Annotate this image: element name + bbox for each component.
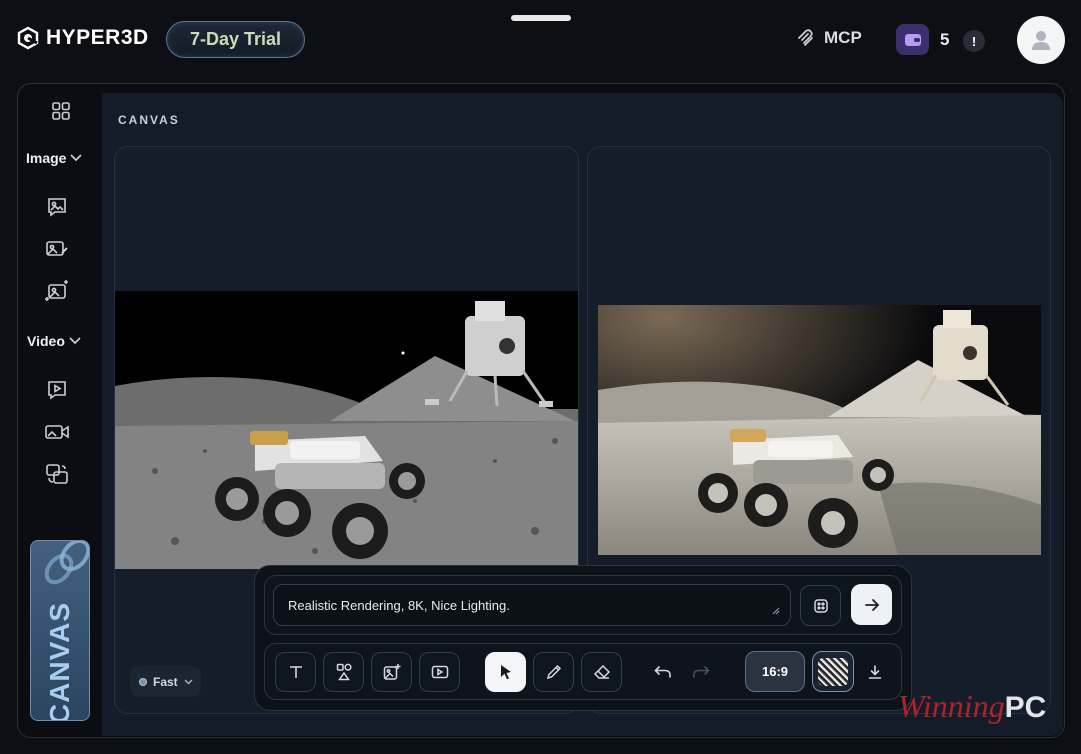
text-tool-button[interactable] xyxy=(275,652,316,692)
cursor-arrow-icon xyxy=(500,665,511,680)
eraser-icon xyxy=(593,664,610,679)
arrow-right-icon xyxy=(864,598,879,611)
speed-mode-select[interactable]: Fast xyxy=(130,666,201,697)
alert-icon[interactable]: ! xyxy=(963,30,985,52)
mcp-label: MCP xyxy=(824,28,862,47)
image-generate-icon[interactable] xyxy=(44,279,70,303)
mcp-button[interactable]: MCP xyxy=(796,28,862,48)
pencil-tool-button[interactable] xyxy=(533,652,574,692)
hyper3d-logo-icon xyxy=(17,26,39,50)
app-logo[interactable]: HYPER3D xyxy=(16,26,149,50)
style-thumbnail xyxy=(818,657,848,686)
random-prompt-button[interactable] xyxy=(800,585,841,626)
video-play-icon[interactable] xyxy=(44,378,70,402)
wallet-button[interactable] xyxy=(896,24,929,55)
style-reference-button[interactable] xyxy=(812,651,854,692)
undo-icon xyxy=(654,666,671,678)
section-title: CANVAS xyxy=(118,113,180,127)
redo-button[interactable] xyxy=(683,652,719,692)
pencil-icon xyxy=(546,664,561,680)
user-icon xyxy=(1032,31,1050,50)
add-image-icon xyxy=(383,664,400,680)
shapes-tool-button[interactable] xyxy=(323,652,364,692)
image-icon[interactable] xyxy=(44,195,70,219)
send-button[interactable] xyxy=(851,584,892,625)
prompt-input[interactable]: Realistic Rendering, 8K, Nice Lighting. xyxy=(273,584,791,626)
canvas-brand-label: CANVAS xyxy=(44,601,75,721)
select-tool-button[interactable] xyxy=(485,652,526,692)
speed-mode-label: Fast xyxy=(153,674,178,689)
chevron-down-icon xyxy=(70,154,83,162)
raw-render-image xyxy=(115,291,578,569)
add-video-icon xyxy=(431,665,448,679)
speed-dot-icon xyxy=(139,677,147,686)
app-name: HYPER3D xyxy=(46,26,149,49)
add-video-tool-button[interactable] xyxy=(419,652,460,692)
watermark-script: Winning xyxy=(898,688,1005,724)
undo-button[interactable] xyxy=(645,652,681,692)
aspect-ratio-button[interactable]: 16:9 xyxy=(745,651,805,692)
trial-badge[interactable]: 7-Day Trial xyxy=(166,21,305,58)
chain-link-icon xyxy=(44,541,89,585)
resize-grip-icon[interactable] xyxy=(772,607,780,615)
generated-render-image xyxy=(598,305,1041,555)
add-image-tool-button[interactable] xyxy=(371,652,412,692)
eraser-tool-button[interactable] xyxy=(581,652,622,692)
video-camera-icon[interactable] xyxy=(44,420,70,444)
wallet-icon xyxy=(904,33,921,46)
sidebar-group-image-label: Image xyxy=(26,150,67,166)
top-bar: HYPER3D 7-Day Trial MCP 5 ! xyxy=(0,0,1081,80)
download-icon xyxy=(868,665,882,679)
video-convert-icon[interactable] xyxy=(44,462,70,486)
watermark: Winning PC xyxy=(898,688,1046,725)
watermark-suffix: PC xyxy=(1004,691,1047,724)
credit-count: 5 xyxy=(940,30,950,49)
chevron-down-icon xyxy=(184,679,193,684)
sidebar-group-video[interactable]: Video xyxy=(27,333,81,349)
grid-icon[interactable] xyxy=(48,99,74,123)
sidebar-group-video-label: Video xyxy=(27,333,65,349)
chevron-down-icon xyxy=(69,337,81,345)
sidebar-group-image[interactable]: Image xyxy=(26,150,83,166)
download-button[interactable] xyxy=(857,652,893,692)
dice-icon xyxy=(813,598,828,613)
mcp-icon xyxy=(798,29,813,46)
image-edit-icon[interactable] xyxy=(44,237,70,261)
canvas-brand-tile[interactable]: CANVAS xyxy=(30,540,90,721)
shapes-icon xyxy=(336,663,352,681)
avatar[interactable] xyxy=(1017,16,1065,64)
redo-icon xyxy=(693,666,710,678)
text-icon xyxy=(289,666,302,678)
